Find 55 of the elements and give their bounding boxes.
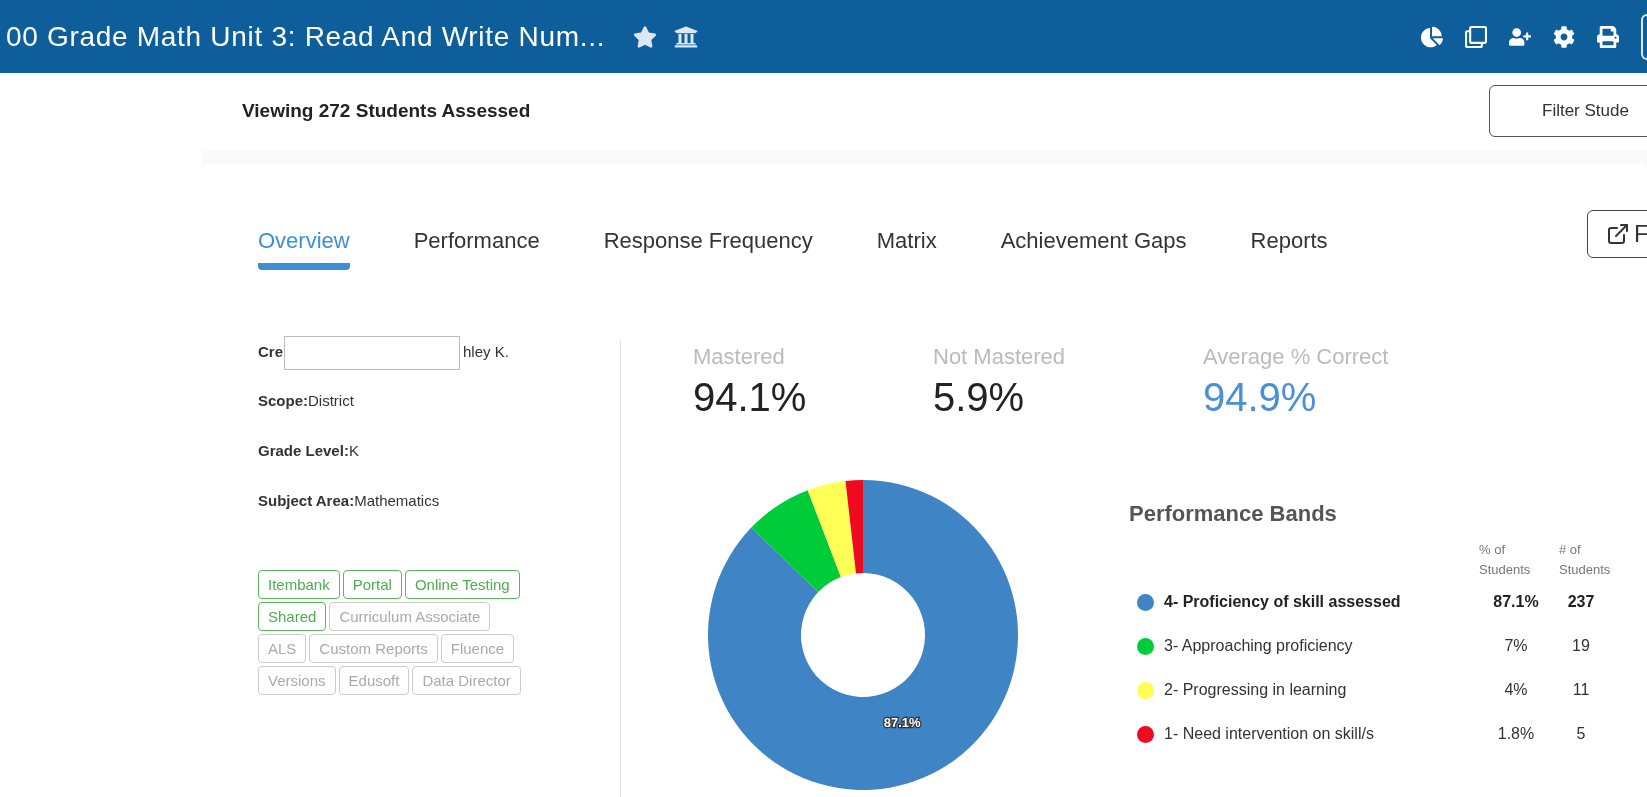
slice-label: 87.1% xyxy=(883,715,921,730)
creator-value: hley K. xyxy=(463,341,509,362)
stat-value: 94.9% xyxy=(1203,374,1318,421)
band-label: 3- Approaching proficiency xyxy=(1164,636,1354,656)
tag-chip: Portal xyxy=(342,570,402,599)
stat-label: Mastered xyxy=(693,343,786,371)
pie-chart-icon[interactable] xyxy=(1421,25,1443,48)
print-icon[interactable] xyxy=(1597,25,1619,48)
band-label: 1- Need intervention on skill/s xyxy=(1164,724,1375,744)
stat-value: 5.9% xyxy=(933,374,1026,421)
tag-chip: Online Testing xyxy=(404,570,520,599)
bands-title: Performance Bands xyxy=(1129,500,1338,528)
stat-label: Average % Correct xyxy=(1203,343,1389,371)
tab[interactable]: Performance xyxy=(413,224,540,270)
students-assessed-label: Viewing 272 Students Assessed xyxy=(242,98,531,123)
stat-value: 94.1% xyxy=(693,374,808,421)
copy-icon[interactable] xyxy=(1465,25,1487,48)
building-icon[interactable] xyxy=(673,24,700,49)
tag-chip: Itembank xyxy=(258,570,340,599)
band-percent: 7% xyxy=(1503,636,1529,656)
creator-label: Cre xyxy=(258,341,283,362)
page-title: 00 Grade Math Unit 3: Read And Write Num... xyxy=(5,19,606,54)
band-count: 11 xyxy=(1571,680,1591,700)
band-label: 4- Proficiency of skill assessed xyxy=(1164,592,1402,612)
tab[interactable]: Achievement Gaps xyxy=(1000,224,1187,270)
tag-chip: Versions xyxy=(258,666,336,695)
tab[interactable]: Matrix xyxy=(876,224,937,270)
stat-label: Not Mastered xyxy=(933,343,1067,371)
tag-chip: Custom Reports xyxy=(309,634,438,663)
export-button[interactable]: F xyxy=(1587,210,1647,258)
star-icon[interactable] xyxy=(633,24,658,49)
filter-students-button[interactable]: Filter Stude xyxy=(1489,85,1647,137)
settings-icon[interactable] xyxy=(1553,25,1575,48)
tag-chip: Curriculum Associate xyxy=(329,602,491,631)
tag-chip: Edusoft xyxy=(338,666,410,695)
column-header: % of Students xyxy=(1479,541,1532,579)
band-percent: 87.1% xyxy=(1492,592,1540,612)
tab[interactable]: Response Frequency xyxy=(603,224,813,270)
tag-chip: Data Director xyxy=(412,666,521,695)
tag-chip: Fluence xyxy=(440,634,515,663)
tag-chip: Shared xyxy=(258,602,327,631)
band-count: 237 xyxy=(1566,592,1596,612)
info-field: Scope:District xyxy=(258,390,620,414)
info-field: Subject Area:Mathematics xyxy=(258,490,620,514)
column-header: # of Students xyxy=(1559,541,1612,579)
band-percent: 4% xyxy=(1503,680,1529,700)
tab[interactable]: Reports xyxy=(1250,224,1328,270)
band-label: 2- Progressing in learning xyxy=(1164,680,1348,700)
info-field: Grade Level:K xyxy=(258,440,620,464)
tag-chip: ALS xyxy=(258,634,307,663)
add-user-icon[interactable] xyxy=(1509,25,1531,48)
band-percent: 1.8% xyxy=(1496,724,1536,744)
external-link-icon xyxy=(1606,222,1630,246)
band-count: 5 xyxy=(1575,724,1587,744)
band-count: 19 xyxy=(1571,636,1591,656)
